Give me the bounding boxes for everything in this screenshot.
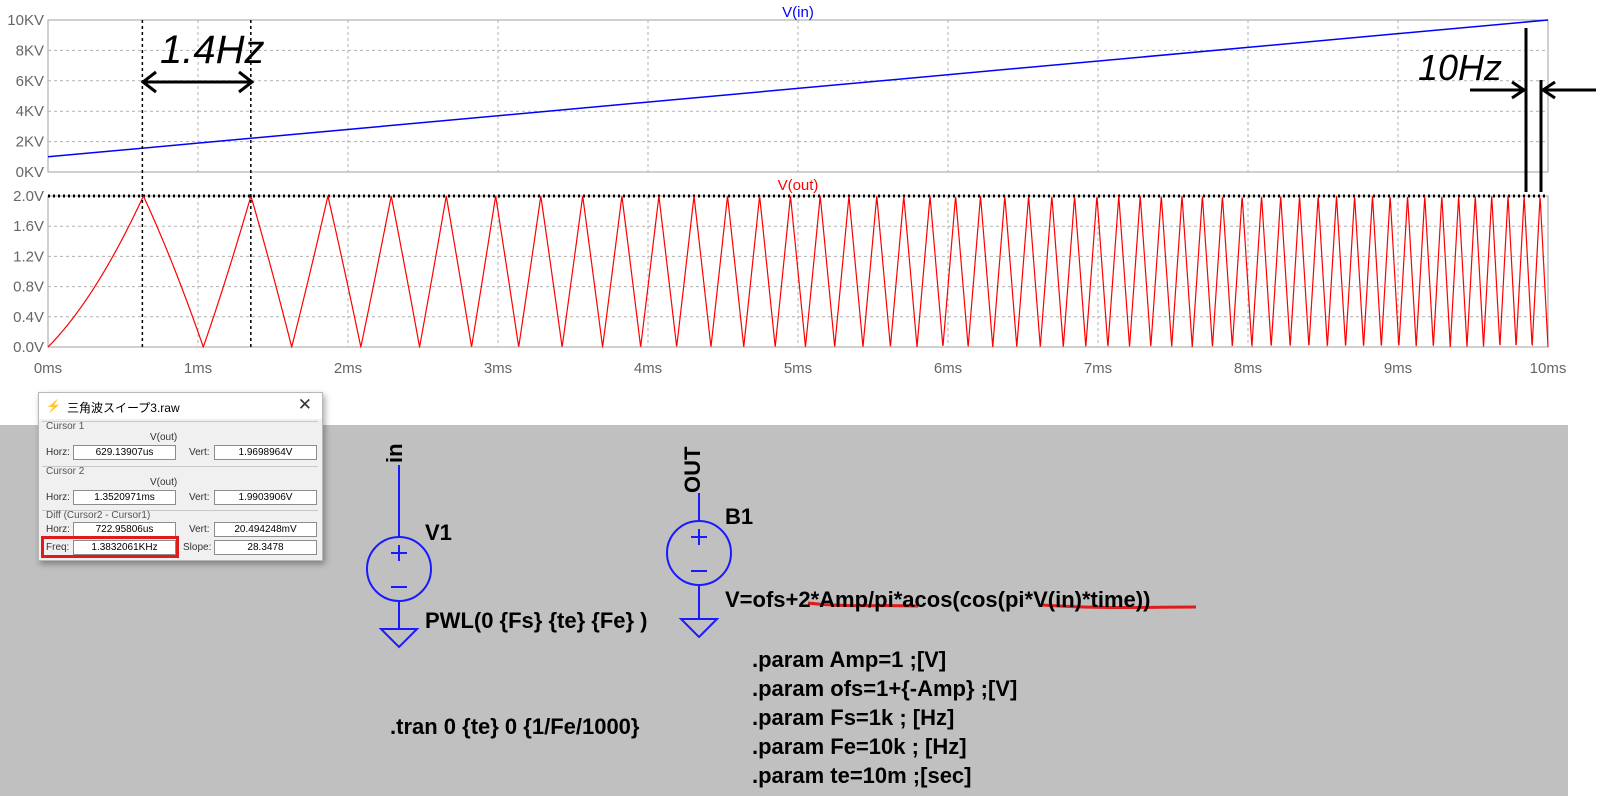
cursor1-horz-field[interactable]: 629.13907us xyxy=(73,445,176,460)
v1-value[interactable]: PWL(0 {Fs} {te} {Fe} ) xyxy=(425,608,648,634)
y-tick-label-bottom: 0.4V xyxy=(13,309,44,326)
x-tick-label: 0ms xyxy=(34,360,62,377)
x-tick-label: 8ms xyxy=(1234,360,1262,377)
net-label-out[interactable]: OUT xyxy=(680,447,706,493)
cursor1-label: Cursor 1 xyxy=(46,421,85,432)
diff-vert-label: Vert: xyxy=(189,524,210,535)
diff-horz-field[interactable]: 722.95806us xyxy=(73,522,176,537)
cursor1-horz-label: Horz: xyxy=(46,447,70,458)
tran-directive[interactable]: .tran 0 {te} 0 {1/Fe/1000} xyxy=(390,714,639,740)
cursor2-vert-field[interactable]: 1.9903906V xyxy=(214,490,317,505)
net-label-in[interactable]: in xyxy=(382,443,408,463)
trace-label-vout: V(out) xyxy=(778,177,819,194)
window-titlebar[interactable]: ⚡ 三角波スイープ3.raw ✕ xyxy=(39,393,322,419)
y-tick-label-bottom: 1.6V xyxy=(13,218,44,235)
diff-slope-field[interactable]: 28.3478 xyxy=(214,540,317,555)
cursor2-trace: V(out) xyxy=(150,477,178,488)
x-tick-label: 9ms xyxy=(1384,360,1412,377)
cursor2-horz-label: Horz: xyxy=(46,492,70,503)
cursor1-vert-field[interactable]: 1.9698964V xyxy=(214,445,317,460)
cursor2-vert-label: Vert: xyxy=(189,492,210,503)
waveform-plot[interactable]: 10KV 8KV 6KV 4KV 2KV 0KV 2.0V 1.6V 1.2V 0.8V 0.4V 0… xyxy=(0,0,1600,390)
y-tick-label-bottom: 0.8V xyxy=(13,279,44,296)
x-tick-label: 10ms xyxy=(1530,360,1567,377)
trace-label-vin: V(in) xyxy=(782,4,814,21)
x-tick-label: 4ms xyxy=(634,360,662,377)
close-icon[interactable]: ✕ xyxy=(298,395,312,415)
cursor1-group: Cursor 1 V(out) Horz: 629.13907us Vert: … xyxy=(42,421,318,466)
x-tick-label: 2ms xyxy=(334,360,362,377)
y-tick-label-top: 10KV xyxy=(7,12,44,29)
diff-group: Diff (Cursor2 - Cursor1) Horz: 722.95806… xyxy=(41,510,318,558)
y-tick-label-top: 4KV xyxy=(16,103,44,120)
param-directive[interactable]: .param ofs=1+{-Amp} ;[V] xyxy=(752,676,1017,702)
x-tick-label: 6ms xyxy=(934,360,962,377)
b1-value[interactable]: V=ofs+2*Amp/pi*acos(cos(pi*V(in)*time)) xyxy=(725,587,1150,613)
param-directive[interactable]: .param te=10m ;[sec] xyxy=(752,763,972,789)
param-directive[interactable]: .param Fs=1k ; [Hz] xyxy=(752,705,954,731)
x-tick-label: 7ms xyxy=(1084,360,1112,377)
cursor2-horz-field[interactable]: 1.3520971ms xyxy=(73,490,176,505)
window-title: 三角波スイープ3.raw xyxy=(67,401,180,415)
diff-vert-field[interactable]: 20.494248mV xyxy=(214,522,317,537)
y-tick-label-top: 2KV xyxy=(16,134,44,151)
cursor2-label: Cursor 2 xyxy=(46,466,85,477)
y-tick-label-top: 6KV xyxy=(16,73,44,90)
v1-symbol[interactable] xyxy=(366,465,432,649)
ltspice-app-icon: ⚡ xyxy=(46,399,61,413)
diff-horz-label: Horz: xyxy=(46,524,70,535)
freq-highlight-box xyxy=(41,536,179,558)
x-tick-label: 3ms xyxy=(484,360,512,377)
y-tick-label-top: 0KV xyxy=(16,164,44,181)
param-directive[interactable]: .param Fe=10k ; [Hz] xyxy=(752,734,967,760)
diff-slope-label: Slope: xyxy=(183,542,212,553)
b1-symbol[interactable] xyxy=(666,493,732,639)
diff-label: Diff (Cursor2 - Cursor1) xyxy=(46,510,151,521)
y-tick-label-top: 8KV xyxy=(16,42,44,59)
cursor2-group: Cursor 2 V(out) Horz: 1.3520971ms Vert: … xyxy=(42,466,318,511)
y-tick-label-bottom: 1.2V xyxy=(13,248,44,265)
cursor-readout-window[interactable]: ⚡ 三角波スイープ3.raw ✕ Cursor 1 V(out) Horz: 6… xyxy=(38,392,323,561)
cursor1-vert-label: Vert: xyxy=(189,447,210,458)
y-tick-label-bottom: 0.0V xyxy=(13,339,44,356)
x-tick-label: 1ms xyxy=(184,360,212,377)
annotation-right: 10Hz xyxy=(1418,47,1502,88)
y-tick-label-bottom: 2.0V xyxy=(13,188,44,205)
param-directive[interactable]: .param Amp=1 ;[V] xyxy=(752,647,946,673)
v1-name[interactable]: V1 xyxy=(425,520,452,546)
cursor1-trace: V(out) xyxy=(150,432,178,443)
waveform-viewer[interactable]: 10KV 8KV 6KV 4KV 2KV 0KV 2.0V 1.6V 1.2V 0.8V 0.4V 0… xyxy=(0,0,1600,390)
b1-name[interactable]: B1 xyxy=(725,504,753,530)
annotation-left: 1.4Hz xyxy=(160,28,265,72)
x-tick-label: 5ms xyxy=(784,360,812,377)
